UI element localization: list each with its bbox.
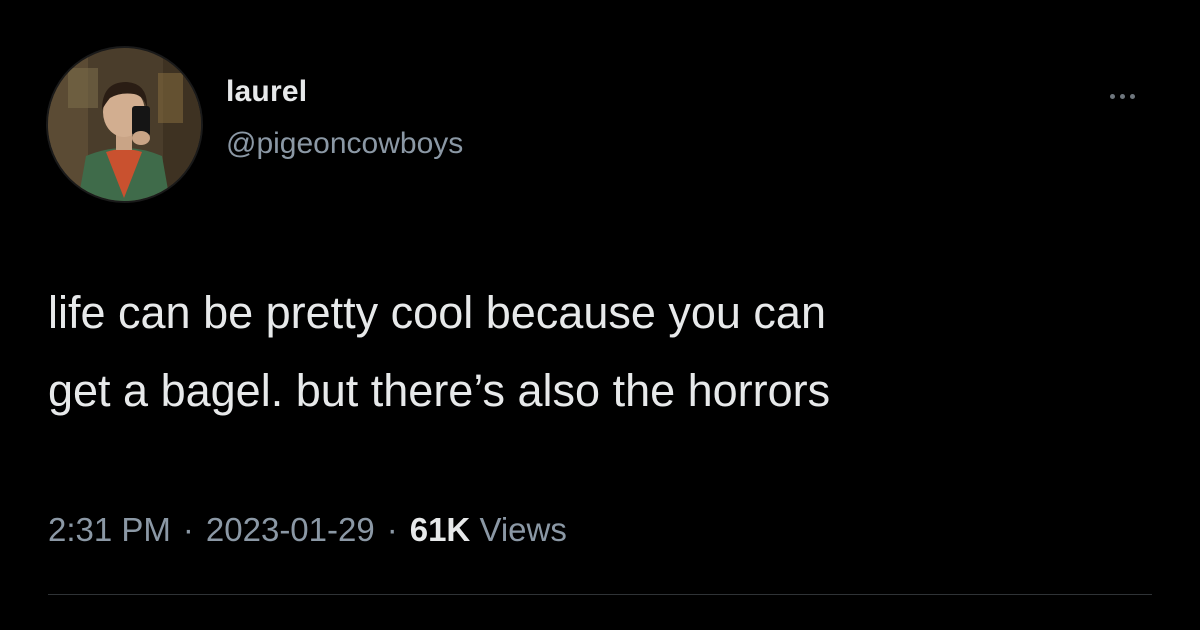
more-options-button[interactable] [1100, 84, 1144, 108]
avatar[interactable] [48, 48, 201, 201]
more-horizontal-icon-dot [1119, 93, 1125, 99]
more-horizontal-icon-dot [1129, 93, 1135, 99]
tweet-date[interactable]: 2023-01-29 [206, 511, 375, 548]
profile-photo-icon [48, 48, 201, 201]
tweet-time[interactable]: 2:31 PM [48, 511, 171, 548]
meta-separator: · [182, 511, 194, 548]
meta-separator: · [386, 511, 398, 548]
divider [48, 594, 1152, 595]
user-handle[interactable]: @pigeoncowboys [226, 126, 463, 162]
tweet-text: life can be pretty cool because you can … [48, 287, 831, 416]
tweet-meta: 2:31 PM · 2023-01-29 · 61K Views [48, 508, 567, 552]
tweet-card: laurel @pigeoncowboys life can be pretty… [0, 0, 1200, 630]
views-count: 61K [409, 511, 471, 548]
tweet-header: laurel @pigeoncowboys [48, 48, 1152, 204]
more-horizontal-icon [1109, 93, 1115, 99]
author-names: laurel @pigeoncowboys [226, 74, 463, 162]
views-label: Views [479, 511, 567, 548]
display-name[interactable]: laurel [226, 74, 463, 110]
